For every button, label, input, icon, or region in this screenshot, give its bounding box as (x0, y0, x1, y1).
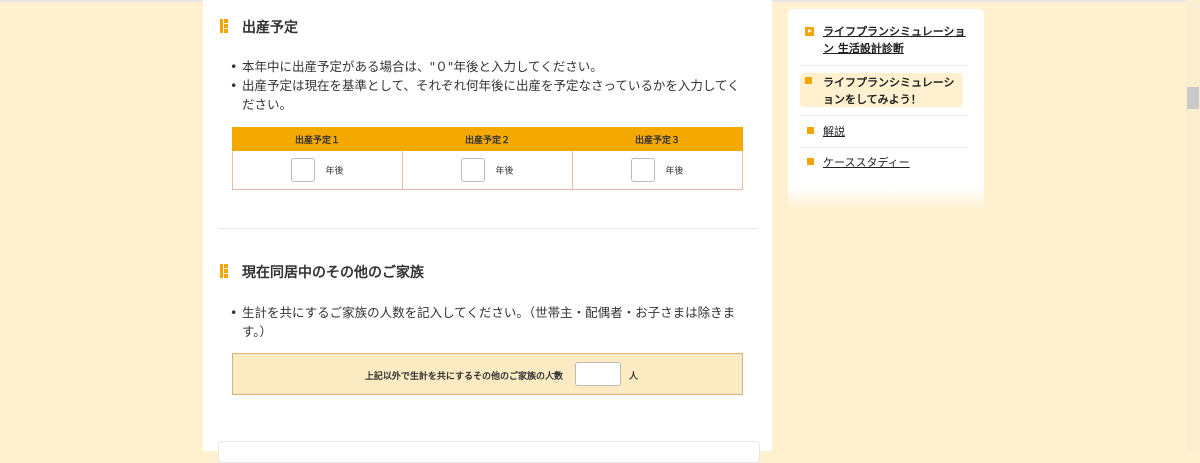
sidebar-fade (788, 188, 984, 210)
scrollbar-thumb[interactable] (1187, 87, 1199, 109)
birth-1-years-input[interactable] (291, 158, 316, 182)
list-item: 本年中に出産予定がある場合は、"０"年後と入力してください。 (230, 57, 750, 76)
birth-2-cell: 年後 (402, 150, 573, 190)
section-divider (218, 228, 758, 229)
next-section-box (218, 441, 760, 463)
birth-1-cell: 年後 (232, 150, 403, 190)
birth-3-cell: 年後 (572, 150, 743, 190)
play-arrow-icon (805, 27, 814, 36)
square-bullet-icon (807, 158, 814, 165)
column-header-birth-2: 出産予定２ (402, 127, 573, 151)
main-content: 出産予定 本年中に出産予定がある場合は、"０"年後と入力してください。 出産予定… (203, 0, 772, 463)
divider (800, 115, 968, 116)
unit-label: 年後 (325, 166, 344, 177)
section-bullet-icon (220, 264, 228, 278)
family-instructions: 生計を共にするご家族の人数を記入してください。（世帯主・配偶者・お子さまは除きま… (230, 303, 750, 341)
sidebar-nav: ライフプランシミュレーション 生活設計診断 ライフプランシミュレーションをしてみ… (788, 9, 984, 210)
section-bullet-icon (220, 19, 228, 33)
unit-label: 年後 (665, 166, 684, 177)
sidebar-item-simulation[interactable]: ライフプランシミュレーションをしてみよう！ (823, 74, 955, 108)
square-bullet-icon (807, 127, 814, 134)
family-count-label: 上記以外で生計を共にするその他のご家族の人数 (364, 372, 563, 382)
scrollbar[interactable] (1186, 0, 1200, 451)
list-item: 出産予定は現在を基準として、それぞれ何年後に出産を予定なさっているかを入力してく… (230, 76, 750, 114)
sidebar-header-link[interactable]: ライフプランシミュレーション 生活設計診断 (823, 23, 971, 57)
unit-label: 年後 (495, 166, 514, 177)
family-count-input[interactable] (575, 362, 621, 386)
birth-section-title: 出産予定 (242, 20, 298, 36)
family-section-title: 現在同居中のその他のご家族 (242, 265, 424, 281)
family-count-row: 上記以外で生計を共にするその他のご家族の人数 → 人 (232, 353, 743, 395)
column-header-birth-1: 出産予定１ (232, 127, 403, 151)
unit-label: 人 (629, 372, 639, 382)
right-arrow-icon: → (551, 367, 561, 380)
divider (800, 147, 968, 148)
list-item: 生計を共にするご家族の人数を記入してください。（世帯主・配偶者・お子さまは除きま… (230, 303, 750, 341)
sidebar-header-label: ライフプランシミュレーション 生活設計診断 (823, 25, 966, 55)
birth-2-years-input[interactable] (461, 158, 486, 182)
birth-3-years-input[interactable] (631, 158, 656, 182)
sidebar-item-explanation[interactable]: 解説 (823, 123, 845, 139)
sidebar-item-case-study[interactable]: ケーススタディー (823, 154, 910, 170)
divider (800, 65, 968, 66)
square-bullet-icon (805, 77, 812, 84)
column-header-birth-3: 出産予定３ (572, 127, 743, 151)
birth-instructions: 本年中に出産予定がある場合は、"０"年後と入力してください。 出産予定は現在を基… (230, 57, 750, 114)
birth-plan-table: 出産予定１ 出産予定２ 出産予定３ 年後 年後 年後 (232, 127, 743, 190)
